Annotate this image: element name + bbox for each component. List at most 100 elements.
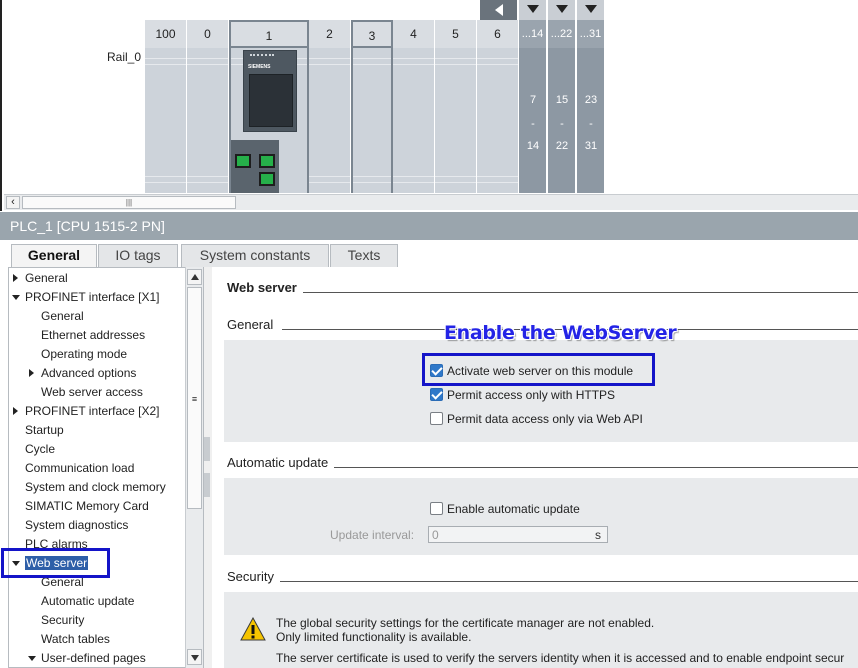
range-start: 7 — [529, 94, 537, 106]
cpu-module[interactable]: SIEMENS — [243, 50, 297, 132]
range-end: 14 — [526, 140, 540, 152]
section-title-general: General — [227, 317, 280, 332]
tree-item-operating-mode[interactable]: Operating mode — [9, 345, 127, 364]
expand-slots-button[interactable] — [548, 0, 576, 20]
security-warning-line1: The global security settings for the cer… — [276, 616, 655, 630]
expand-arrow-icon[interactable] — [29, 369, 34, 377]
web-api-only-checkbox[interactable] — [430, 412, 443, 425]
cpu-slot[interactable]: SIEMENS — [229, 48, 309, 193]
inspector-title: PLC_1 [CPU 1515-2 PN] — [0, 212, 858, 240]
security-warning-line2: Only limited functionality is available. — [276, 630, 472, 644]
slot[interactable] — [309, 48, 351, 193]
tree-item-user-defined-pages[interactable]: User-defined pages — [9, 649, 146, 667]
tree-item-security[interactable]: Security — [9, 611, 84, 630]
expand-arrow-icon[interactable] — [13, 274, 18, 282]
slot-header-collapsed[interactable]: ...14 — [519, 20, 547, 48]
slot-header[interactable]: 0 — [187, 20, 229, 48]
update-interval-field[interactable]: 0 s — [428, 526, 608, 543]
warning-icon — [240, 617, 266, 641]
tree-item-cycle[interactable]: Cycle — [9, 440, 55, 459]
slot-header[interactable]: 100 — [145, 20, 187, 48]
tree-item-general[interactable]: General — [9, 269, 68, 288]
https-only-label: Permit access only with HTTPS — [447, 388, 616, 402]
slot-header[interactable]: 6 — [477, 20, 519, 48]
tab-general[interactable]: General — [11, 244, 97, 268]
range-end: 31 — [584, 140, 598, 152]
collapsed-slot-group[interactable]: 7 - 14 — [519, 48, 547, 193]
tree-item-automatic-update[interactable]: Automatic update — [9, 592, 134, 611]
update-interval-unit: s — [595, 528, 601, 542]
slot[interactable] — [435, 48, 477, 193]
slot-header[interactable]: 5 — [435, 20, 477, 48]
enable-automatic-update-checkbox[interactable] — [430, 502, 443, 515]
slot[interactable] — [351, 48, 393, 193]
tree-vertical-scrollbar[interactable]: ≡ — [185, 267, 203, 668]
navigation-tree: General PROFINET interface [X1] General … — [8, 267, 204, 668]
cpu-display — [249, 74, 293, 127]
rail-label: Rail_0 — [107, 50, 142, 64]
tree-item-advanced-options[interactable]: Advanced options — [9, 364, 136, 383]
expand-arrow-icon[interactable] — [13, 407, 18, 415]
slot-header-collapsed[interactable]: ...22 — [548, 20, 576, 48]
slot[interactable] — [145, 48, 187, 193]
tree-item-startup[interactable]: Startup — [9, 421, 64, 440]
tree-item-system-diagnostics[interactable]: System diagnostics — [9, 516, 128, 535]
scroll-thumb[interactable]: ≡ — [187, 287, 202, 509]
expand-slots-button[interactable] — [519, 0, 547, 20]
tree-item-web-server-access[interactable]: Web server access — [9, 383, 143, 402]
tree-item-profinet-x1[interactable]: PROFINET interface [X1] — [9, 288, 160, 307]
collapse-arrow-icon[interactable] — [28, 656, 36, 661]
cpu-brand: SIEMENS — [248, 64, 271, 70]
chevron-down-icon — [526, 5, 539, 13]
tree-item-ethernet-addresses[interactable]: Ethernet addresses — [9, 326, 145, 345]
slot[interactable] — [393, 48, 435, 193]
tab-texts[interactable]: Texts — [330, 244, 398, 267]
cpu-port-block — [231, 140, 279, 193]
expand-slots-button[interactable] — [577, 0, 605, 20]
tab-system-constants[interactable]: System constants — [181, 244, 329, 267]
range-end: 22 — [555, 140, 569, 152]
slot[interactable] — [187, 48, 229, 193]
update-interval-label: Update interval: — [330, 528, 415, 542]
section-title-security: Security — [227, 569, 280, 584]
scroll-left-arrow-icon[interactable]: ‹ — [6, 196, 20, 209]
device-view: Rail_0 100 0 1 2 3 4 5 6 ...14 ...22 ...… — [0, 0, 858, 211]
section-title-automatic-update: Automatic update — [227, 455, 335, 470]
update-interval-value: 0 — [432, 528, 439, 542]
slot[interactable] — [477, 48, 519, 193]
ethernet-port-icon — [235, 154, 251, 168]
pane-splitter[interactable] — [204, 267, 212, 668]
chevron-down-icon — [555, 5, 568, 13]
tree-item-communication-load[interactable]: Communication load — [9, 459, 134, 478]
range-separator: - — [560, 118, 564, 130]
tab-io-tags[interactable]: IO tags — [98, 244, 178, 267]
auto-update-panel — [224, 478, 858, 555]
page-title: Web server — [227, 280, 303, 295]
scroll-left-button[interactable] — [480, 0, 518, 20]
scroll-down-arrow-icon[interactable] — [187, 649, 202, 665]
annotation-box-activate — [422, 353, 655, 386]
tree-item-profinet-x2[interactable]: PROFINET interface [X2] — [9, 402, 160, 421]
tree-item-x1-general[interactable]: General — [9, 307, 84, 326]
https-only-checkbox[interactable] — [430, 388, 443, 401]
security-info-text: The server certificate is used to verify… — [276, 651, 845, 665]
range-start: 15 — [555, 94, 569, 106]
annotation-box-web-server — [1, 548, 110, 578]
scroll-thumb[interactable]: ||| — [22, 196, 236, 209]
slot-header-collapsed[interactable]: ...31 — [577, 20, 605, 48]
range-separator: - — [531, 118, 535, 130]
collapse-arrow-icon[interactable] — [12, 295, 20, 300]
collapsed-slot-group[interactable]: 15 - 22 — [548, 48, 576, 193]
slot-header[interactable]: 2 — [309, 20, 351, 48]
collapsed-slot-group[interactable]: 23 - 31 — [577, 48, 605, 193]
slot-header[interactable]: 1 — [229, 20, 309, 48]
tree-item-system-clock-memory[interactable]: System and clock memory — [9, 478, 166, 497]
tree-item-watch-tables[interactable]: Watch tables — [9, 630, 110, 649]
range-separator: - — [589, 118, 593, 130]
tree-item-memory-card[interactable]: SIMATIC Memory Card — [9, 497, 149, 516]
ethernet-port-icon — [259, 154, 275, 168]
scroll-up-arrow-icon[interactable] — [187, 269, 202, 285]
slot-header[interactable]: 3 — [351, 20, 393, 48]
horizontal-scrollbar[interactable]: ‹ ||| — [4, 194, 858, 210]
slot-header[interactable]: 4 — [393, 20, 435, 48]
